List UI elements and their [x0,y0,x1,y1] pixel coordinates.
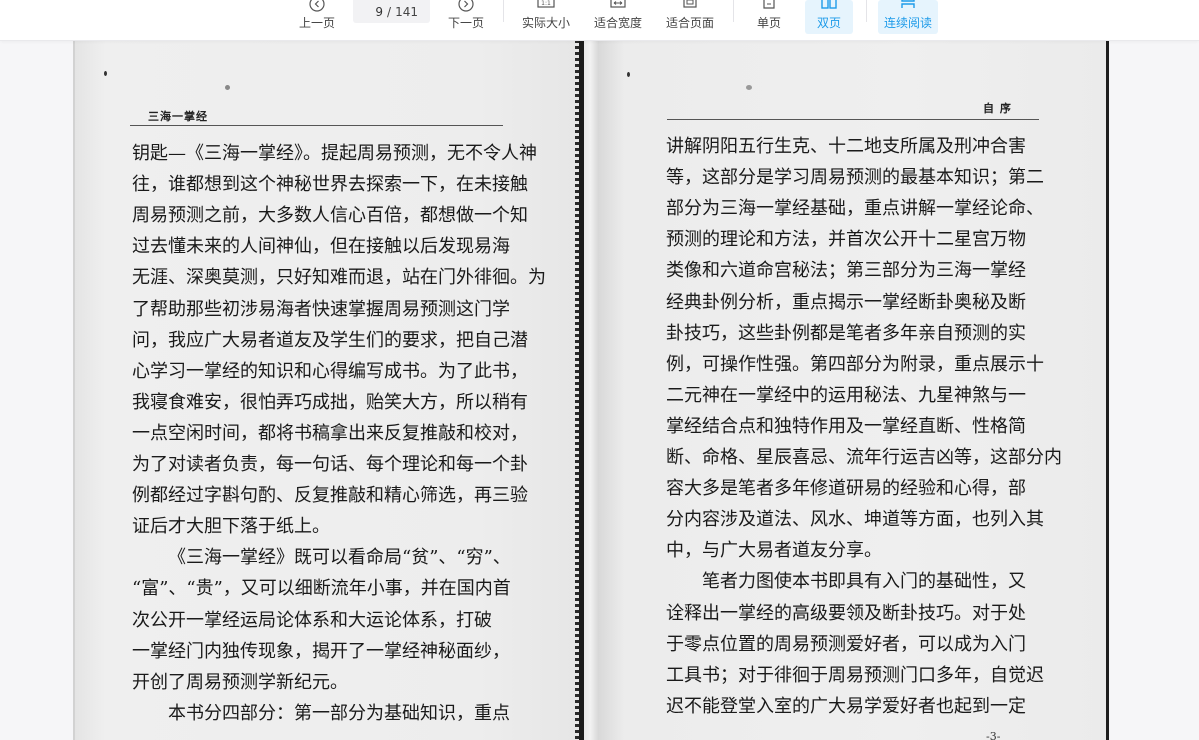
text-line: 二元神在一掌经中的运用秘法、九星神煞与一 [666,384,1026,406]
text-line: 例，可操作性强。第四部分为附录，重点展示十 [666,353,1044,375]
fit-width-icon [610,0,626,8]
scan-speck [104,71,107,76]
text-line: 次公开一掌经运局论体系和大运论体系，打破 [132,609,492,631]
text-line: 无涯、深奥莫测，只好知难而退，站在门外徘徊。为 [132,267,546,289]
text-line: 于零点位置的周易预测爱好者，可以成为入门 [666,633,1026,655]
chevron-right-circle-icon [458,0,474,12]
text-line: 往，谁都想到这个神秘世界去探索一下，在未接触 [132,174,528,196]
double-page-button[interactable]: 双页 [805,0,853,34]
text-line: 容大多是笔者多年修道研易的经验和心得，部 [666,478,1026,500]
book-gutter [584,40,599,740]
scan-speck [746,85,752,90]
fit-page-label: 适合页面 [665,16,714,30]
text-line: 诠释出一掌经的高级要领及断卦技巧。对于处 [666,602,1026,624]
text-line: 经典卦例分析，重点揭示一掌经断卦奥秘及断 [666,291,1026,313]
fit-page-icon [683,0,697,8]
scan-speck [225,85,230,90]
fit-page-button[interactable]: 适合页面 [664,0,716,34]
text-line: 讲解阴阳五行生克、十二地支所属及刑冲合害 [666,136,1026,157]
text-line: 卦技巧，这些卦例都是笔者多年亲自预测的实 [666,322,1026,344]
text-line: 为了对读者负责，每一句话、每个理论和每一个卦 [132,454,528,475]
fit-width-label: 适合宽度 [593,16,642,30]
fit-width-button[interactable]: 适合宽度 [592,0,644,34]
text-line: 周易预测之前，大多数人信心百倍，都想做一个知 [132,205,528,227]
next-page-button[interactable]: 下一页 [447,0,485,34]
page-indicator: / 141 [353,0,430,23]
text-line: 开创了周易预测学新纪元。 [132,671,348,693]
continuous-reading-label: 连续阅读 [883,16,932,30]
left-header-rule [130,125,503,126]
text-line: 《三海一掌经》既可以看命局“贫”、“穷”、 [168,547,511,569]
actual-size-button[interactable]: 1:1 实际大小 [520,0,572,34]
text-line: 证后才大胆下落于纸上。 [132,516,330,538]
text-line: 中，与广大易者道友分享。 [666,540,882,562]
right-running-head: 自 序 [983,102,1012,115]
text-line: 心学习一掌经的知识和心得编写成书。为了此书， [132,360,528,382]
single-page-icon [763,0,775,9]
toolbar-divider [733,0,734,22]
svg-text:1:1: 1:1 [541,0,551,7]
text-line: 预测的理论和方法，并首次公开十二星宫万物 [666,229,1026,251]
page-separator: / [387,4,392,19]
right-page-edge [1106,40,1109,740]
toolbar-divider [503,0,504,22]
book-spine-edge [575,40,579,740]
text-line: 分内容涉及道法、风水、坤道等方面，也列入其 [666,509,1044,531]
actual-size-icon: 1:1 [537,0,555,8]
page-number: -3- [986,730,1001,740]
right-book-page: 自 序 讲解阴阳五行生克、十二地支所属及刑冲合害 等，这部分是学习周易预测的最基本… [599,40,1106,740]
next-page-label: 下一页 [447,16,484,30]
chevron-left-circle-icon [309,0,325,12]
continuous-reading-button[interactable]: 连续阅读 [878,0,938,34]
scan-speck [627,72,630,77]
current-page-input[interactable] [365,4,384,19]
text-line: 一点空闲时间，都将书稿拿出来反复推敲和校对， [132,422,528,444]
viewer-toolbar: 上一页 / 141 下一页 1:1 实际大小 适合宽度 适合页面 [0,0,1199,41]
text-line: 笔者力图使本书即具有入门的基础性，又 [702,571,1026,593]
text-line: 工具书；对于徘徊于周易预测门口多年，自觉迟 [666,664,1044,686]
text-line: 例都经过字斟句酌、反复推敲和精心筛选，再三验 [132,485,528,507]
continuous-scroll-icon [901,0,915,8]
toolbar-divider [866,0,867,22]
single-page-label: 单页 [756,16,781,30]
text-line: 本书分四部分：第一部分为基础知识，重点 [168,702,510,724]
text-line: 部分为三海一掌经基础，重点讲解一掌经论命、 [666,198,1044,220]
text-line: 掌经结合点和独特作用及一掌经直断、性格简 [666,415,1026,437]
text-line: “富”、“贵”，又可以细断流年小事，并在国内首 [132,578,511,600]
prev-page-button[interactable]: 上一页 [298,0,336,34]
text-line: 迟不能登堂入室的广大易学爱好者也起到一定 [666,695,1026,717]
prev-page-label: 上一页 [298,16,335,30]
text-line: 问，我应广大易者道友及学生们的要求，把自己潜 [132,329,528,351]
text-line: 断、命格、星辰喜忌、流年行运吉凶等，这部分内 [666,447,1062,468]
text-line: 钥匙—《三海一掌经》。提起周易预测，无不令人神 [132,143,537,164]
text-line: 过去懂未来的人间神仙，但在接触以后发现易海 [132,236,510,258]
text-line: 一掌经门内独传现象，揭开了一掌经神秘面纱， [132,640,510,662]
text-line: 了帮助那些初涉易海者快速掌握周易预测这门学 [132,298,510,320]
total-pages: 141 [395,4,418,19]
double-page-icon [821,0,837,9]
left-book-page: 三海一掌经 钥匙—《三海一掌经》。提起周易预测，无不令人神 往，谁都想到这个神秘世… [75,40,579,740]
text-line: 等，这部分是学习周易预测的最基本知识；第二 [666,167,1044,189]
right-header-rule [667,119,1039,120]
single-page-button[interactable]: 单页 [751,0,787,34]
text-line: 类像和六道命宫秘法；第三部分为三海一掌经 [666,260,1026,282]
left-running-head: 三海一掌经 [148,110,208,123]
actual-size-label: 实际大小 [521,16,570,30]
text-line: 我寝食难安，很怕弄巧成拙，贻笑大方，所以稍有 [132,391,528,413]
double-page-label: 双页 [816,16,841,30]
